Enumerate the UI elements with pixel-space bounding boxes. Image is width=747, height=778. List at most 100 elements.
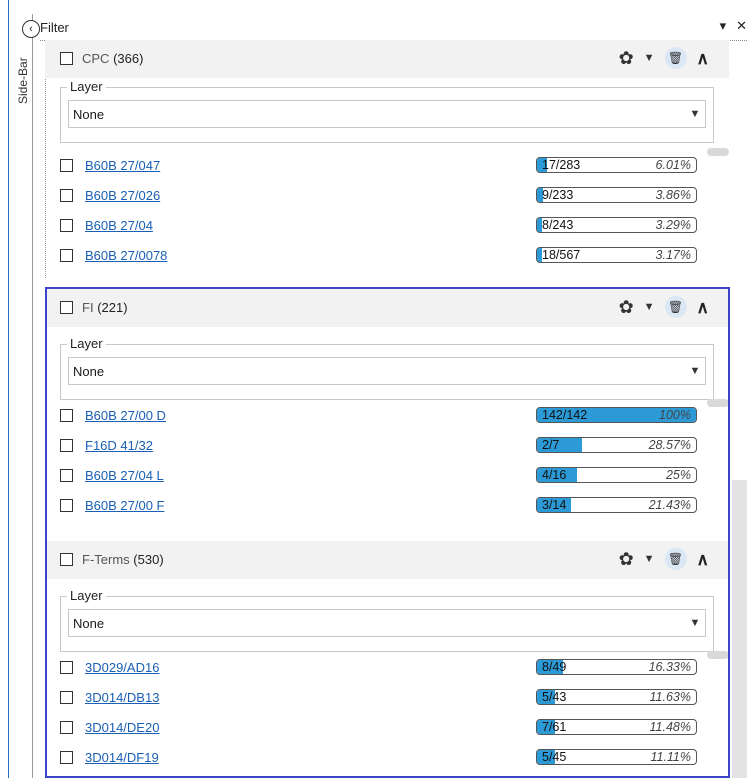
stat-percent: 3.86% xyxy=(655,188,691,202)
chevron-down-icon[interactable]: ▼ xyxy=(644,553,655,565)
stat-percent: 25% xyxy=(665,468,691,482)
chevron-down-icon[interactable]: ▼ xyxy=(644,52,655,64)
close-icon[interactable]: ✕ xyxy=(736,18,747,34)
section-count: (366) xyxy=(113,51,144,66)
item-link[interactable]: F16D 41/32 xyxy=(85,438,153,453)
section-select-checkbox[interactable] xyxy=(60,301,73,314)
layer-group: Layer None ▼ xyxy=(60,588,714,652)
stat-percent: 21.43% xyxy=(648,498,691,512)
item-checkbox[interactable] xyxy=(60,498,73,512)
item-link[interactable]: B60B 27/04 xyxy=(85,218,153,233)
list-scroll-thumb[interactable] xyxy=(707,399,729,407)
item-link[interactable]: B60B 27/00 F xyxy=(85,498,165,513)
chevron-up-icon[interactable]: ∧ xyxy=(697,551,709,568)
item-link[interactable]: 3D029/AD16 xyxy=(85,660,159,675)
item-checkbox[interactable] xyxy=(60,438,73,452)
item-checkbox[interactable] xyxy=(60,468,73,482)
stat-percent: 11.48% xyxy=(649,720,691,734)
chevron-left-icon: ‹ xyxy=(29,22,33,35)
sidebar-divider xyxy=(8,0,9,778)
item-link[interactable]: B60B 27/047 xyxy=(85,158,160,173)
stat-ratio: 142/142 xyxy=(542,408,588,422)
item-stat-bar: 3/14 21.43% xyxy=(536,497,697,513)
layer-select-value: None xyxy=(73,363,105,379)
list-scroll-thumb[interactable] xyxy=(707,148,729,156)
stat-percent: 11.63% xyxy=(649,690,691,704)
item-stat-bar: 18/567 3.17% xyxy=(536,247,697,263)
item-checkbox[interactable] xyxy=(60,720,73,734)
section-name: CPC xyxy=(82,51,110,66)
section-select-checkbox[interactable] xyxy=(60,52,73,65)
filter-title: Filter xyxy=(40,20,69,35)
stat-ratio: 7/61 xyxy=(542,720,567,734)
item-link[interactable]: B60B 27/0078 xyxy=(85,248,167,263)
item-checkbox[interactable] xyxy=(60,408,73,422)
stat-percent: 6.01% xyxy=(655,158,691,172)
sidebar-strip xyxy=(0,0,32,778)
side-bar-label[interactable]: Side-Bar xyxy=(16,44,30,104)
layer-group: Layer None ▼ xyxy=(60,79,714,143)
gear-icon[interactable]: ✿ xyxy=(619,49,634,67)
item-stat-bar: 8/243 3.29% xyxy=(536,217,697,233)
stat-ratio: 18/567 xyxy=(542,248,581,262)
layer-label: Layer xyxy=(67,588,106,603)
item-link[interactable]: B60B 27/00 D xyxy=(85,408,166,423)
item-stat-bar: 5/43 11.63% xyxy=(536,689,697,705)
section-title: F-Terms (530) xyxy=(82,552,164,567)
gear-icon[interactable]: ✿ xyxy=(619,298,634,316)
dropdown-menu-icon[interactable]: ▾ xyxy=(720,18,727,34)
stat-percent: 11.11% xyxy=(650,750,691,764)
item-stat-bar: 17/283 6.01% xyxy=(536,157,697,173)
list-item: 3D029/AD16 8/49 16.33% xyxy=(60,656,700,678)
section-tools: ✿ ▼ 🗑 ∧ xyxy=(619,548,709,570)
section-name: F-Terms xyxy=(82,552,130,567)
stat-percent: 16.33% xyxy=(648,660,691,674)
chevron-up-icon[interactable]: ∧ xyxy=(697,50,709,67)
stat-ratio: 9/233 xyxy=(542,188,574,202)
item-checkbox[interactable] xyxy=(60,690,73,704)
section-name: FI xyxy=(82,300,94,315)
layer-select[interactable]: None ▼ xyxy=(68,609,706,637)
item-link[interactable]: 3D014/DE20 xyxy=(85,720,159,735)
stat-ratio: 2/7 xyxy=(542,438,560,452)
stat-ratio: 5/45 xyxy=(542,750,567,764)
item-link[interactable]: B60B 27/04 L xyxy=(85,468,164,483)
collapse-sidebar-button[interactable]: ‹ xyxy=(22,20,40,38)
list-item: 3D014/DB13 5/43 11.63% xyxy=(60,686,700,708)
layer-select-value: None xyxy=(73,615,105,631)
stat-percent: 3.17% xyxy=(655,248,691,262)
stat-ratio: 8/243 xyxy=(542,218,574,232)
item-checkbox[interactable] xyxy=(60,660,73,674)
item-stat-bar: 142/142 100% xyxy=(536,407,697,423)
item-checkbox[interactable] xyxy=(60,750,73,764)
panel-scrollbar[interactable] xyxy=(732,480,747,778)
item-checkbox[interactable] xyxy=(60,158,73,172)
gear-icon[interactable]: ✿ xyxy=(619,550,634,568)
item-link[interactable]: 3D014/DF19 xyxy=(85,750,159,765)
filter-title-actions: ▾ ✕ xyxy=(720,18,747,34)
section-tools: ✿ ▼ 🗑 ∧ xyxy=(619,296,709,318)
list-item: 3D014/DE20 7/61 11.48% xyxy=(60,716,700,738)
trash-icon[interactable]: 🗑 xyxy=(664,296,687,318)
list-item: B60B 27/00 D 142/142 100% xyxy=(60,404,700,426)
item-checkbox[interactable] xyxy=(60,248,73,262)
chevron-up-icon[interactable]: ∧ xyxy=(697,299,709,316)
layer-select[interactable]: None ▼ xyxy=(68,100,706,128)
item-checkbox[interactable] xyxy=(60,218,73,232)
chevron-down-icon: ▼ xyxy=(689,108,701,120)
trash-icon[interactable]: 🗑 xyxy=(664,548,687,570)
item-checkbox[interactable] xyxy=(60,188,73,202)
chevron-down-icon[interactable]: ▼ xyxy=(644,301,655,313)
layer-select[interactable]: None ▼ xyxy=(68,357,706,385)
list-scroll-thumb[interactable] xyxy=(707,651,729,659)
section-select-checkbox[interactable] xyxy=(60,553,73,566)
layer-label: Layer xyxy=(67,79,106,94)
item-link[interactable]: B60B 27/026 xyxy=(85,188,160,203)
item-link[interactable]: 3D014/DB13 xyxy=(85,690,159,705)
chevron-down-icon: ▼ xyxy=(689,365,701,377)
stat-ratio: 5/43 xyxy=(542,690,567,704)
stat-percent: 28.57% xyxy=(648,438,691,452)
item-stat-bar: 7/61 11.48% xyxy=(536,719,697,735)
layer-select-value: None xyxy=(73,106,105,122)
trash-icon[interactable]: 🗑 xyxy=(664,47,687,69)
